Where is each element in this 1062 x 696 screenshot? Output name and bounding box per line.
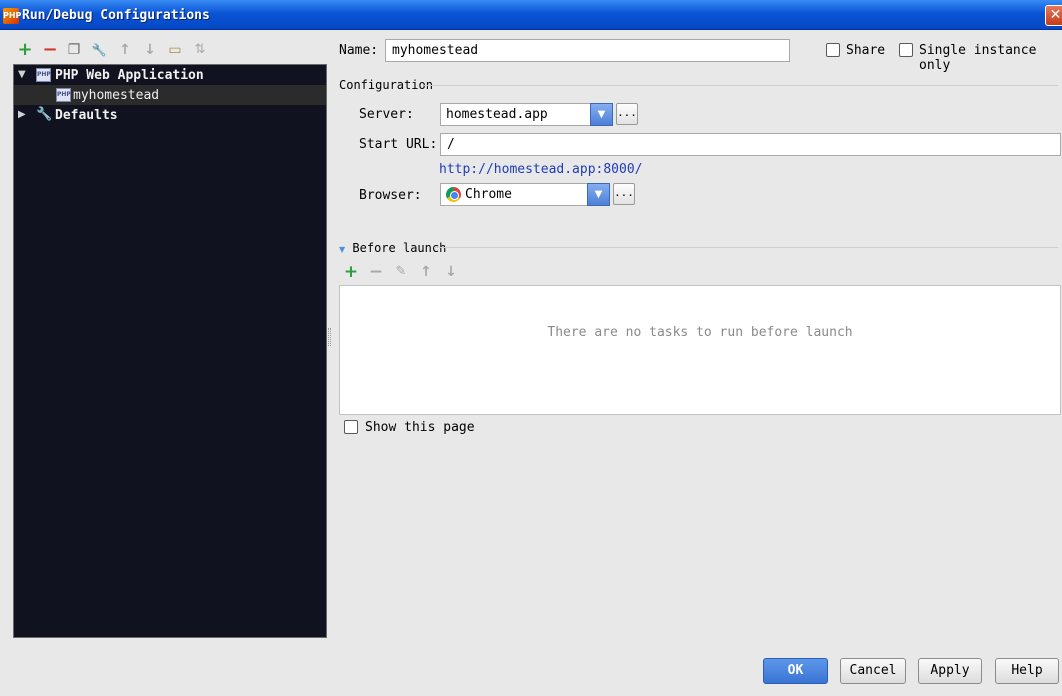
configuration-divider: [424, 85, 1058, 86]
browser-select-value: Chrome: [465, 187, 512, 202]
tree-node-label: myhomestead: [73, 88, 160, 103]
before-launch-divider: [434, 247, 1058, 248]
show-this-page-checkbox[interactable]: [344, 420, 358, 434]
move-task-up-icon[interactable]: ↑: [417, 263, 435, 281]
window-title: Run/Debug Configurations: [22, 8, 210, 23]
folder-icon[interactable]: ▭: [165, 40, 185, 60]
php-icon: PHP: [56, 88, 71, 102]
add-task-icon[interactable]: +: [342, 263, 360, 281]
server-browse-button[interactable]: ...: [616, 103, 638, 125]
chevron-down-icon[interactable]: ▼: [590, 103, 613, 126]
name-input[interactable]: myhomestead: [385, 39, 790, 62]
single-instance-label: Single instance only: [919, 43, 1037, 73]
edit-task-icon[interactable]: ✎: [392, 263, 410, 281]
chrome-icon: [446, 187, 461, 202]
php-icon: PHP: [36, 68, 51, 82]
server-select-value: homestead.app: [446, 107, 548, 122]
show-this-page-label: Show this page: [365, 420, 475, 435]
tree-node-label: PHP Web Application: [55, 68, 204, 83]
remove-configuration-icon[interactable]: −: [40, 40, 60, 60]
tree-node-php-web-application[interactable]: ▼ PHP PHP Web Application: [14, 65, 326, 85]
move-task-down-icon[interactable]: ↓: [442, 263, 460, 281]
ok-button[interactable]: OK: [763, 658, 828, 684]
close-button[interactable]: ✕: [1045, 5, 1062, 26]
help-button[interactable]: Help: [995, 658, 1059, 684]
before-launch-task-list[interactable]: There are no tasks to run before launch: [339, 285, 1061, 415]
apply-button[interactable]: Apply: [918, 658, 982, 684]
remove-task-icon[interactable]: −: [367, 263, 385, 281]
before-launch-label: Before launch: [352, 241, 447, 255]
configuration-header: Configuration: [339, 78, 433, 92]
move-down-icon[interactable]: ↓: [140, 40, 160, 60]
name-label: Name:: [339, 43, 379, 58]
expanded-triangle-icon[interactable]: ▼: [18, 65, 30, 85]
share-label: Share: [846, 43, 886, 58]
tree-node-defaults[interactable]: ▶ 🔧 Defaults: [14, 105, 326, 125]
tree-node-label: Defaults: [55, 108, 118, 123]
start-url-input[interactable]: /: [440, 133, 1061, 156]
single-instance-checkbox[interactable]: [899, 43, 913, 57]
add-configuration-icon[interactable]: +: [15, 40, 35, 60]
wrench-icon: 🔧: [36, 107, 53, 122]
browser-browse-button[interactable]: ...: [613, 183, 635, 205]
browser-label: Browser:: [359, 188, 422, 203]
configuration-tree[interactable]: ▼ PHP PHP Web Application PHP myhomestea…: [13, 64, 327, 638]
phpstorm-app-icon: PHP: [3, 8, 21, 24]
collapsed-triangle-icon[interactable]: ▶: [18, 105, 30, 125]
title-bar: PHP Run/Debug Configurations ✕: [0, 0, 1062, 30]
before-launch-header[interactable]: ▼ Before launch: [339, 241, 446, 255]
cancel-button[interactable]: Cancel: [840, 658, 906, 684]
empty-tasks-message: There are no tasks to run before launch: [547, 325, 853, 340]
browser-select[interactable]: Chrome ▼: [440, 183, 610, 206]
tree-node-myhomestead[interactable]: PHP myhomestead: [14, 85, 326, 105]
collapse-triangle-icon[interactable]: ▼: [339, 245, 345, 254]
start-url-label: Start URL:: [359, 137, 438, 152]
server-label: Server:: [359, 107, 414, 122]
resolved-url-link[interactable]: http://homestead.app:8000/: [439, 162, 643, 177]
share-checkbox[interactable]: [826, 43, 840, 57]
move-up-icon[interactable]: ↑: [115, 40, 135, 60]
server-select[interactable]: homestead.app ▼: [440, 103, 613, 126]
splitter-handle[interactable]: [328, 328, 331, 346]
sort-icon[interactable]: ⇅: [190, 40, 210, 60]
edit-defaults-icon[interactable]: 🔧: [89, 40, 109, 60]
copy-configuration-icon[interactable]: ❐: [64, 40, 84, 60]
chevron-down-icon[interactable]: ▼: [587, 183, 610, 206]
